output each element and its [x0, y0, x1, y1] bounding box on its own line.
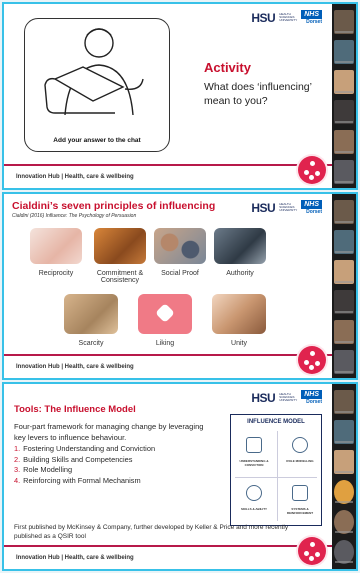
slide-cialdini: HSU HEALTH SCIENCES UNIVERSITY NHS Dorse…	[4, 194, 332, 378]
source-note: First published by McKinsey & Company, f…	[14, 524, 289, 540]
participant-strip	[332, 194, 356, 378]
principle-label: Reciprocity	[38, 270, 74, 277]
nhs-region: Dorset	[306, 399, 322, 405]
logo: HSU HEALTH SCIENCES UNIVERSITY NHS Dorse…	[251, 10, 322, 25]
hsu-logo: HSU	[251, 200, 276, 215]
hsu-logo: HSU	[251, 10, 276, 25]
conviction-icon	[246, 437, 262, 453]
scarcity-image	[64, 294, 118, 334]
liking-image	[138, 294, 192, 334]
footer-text: Innovation Hub | Health, care & wellbein…	[16, 555, 134, 561]
model-label: SYSTEMS & REINFORCEMENT	[286, 507, 314, 515]
participant-thumb[interactable]	[334, 350, 354, 374]
nhs-logo: NHS	[301, 10, 322, 19]
commitment-image	[94, 228, 146, 264]
slide-influence-model: HSU HEALTH SCIENCES UNIVERSITY NHS Dorse…	[4, 384, 332, 569]
social-proof-image	[154, 228, 206, 264]
slide-subtitle: Cialdini (2016) Influence: The Psycholog…	[12, 213, 137, 219]
participant-thumb[interactable]	[334, 160, 354, 184]
participant-thumb[interactable]	[334, 480, 354, 504]
footer-text: Innovation Hub | Health, care & wellbein…	[16, 174, 134, 180]
slide-intro: Four-part framework for managing change …	[14, 422, 204, 442]
list-item: 4. Reinforcing with Formal Mechanism	[14, 475, 141, 485]
activity-title: Activity	[204, 60, 251, 75]
participant-thumb[interactable]	[334, 70, 354, 94]
illustration-card: Add your answer to the chat	[24, 18, 170, 152]
hsu-subtitle: HEALTH SCIENCES UNIVERSITY	[279, 202, 298, 212]
innovation-hub-icon	[298, 156, 326, 184]
participant-thumb[interactable]	[334, 230, 354, 254]
authority-image	[214, 228, 266, 264]
hsu-subtitle: HEALTH SCIENCES UNIVERSITY	[279, 12, 298, 22]
innovation-hub-icon	[298, 346, 326, 374]
skills-icon	[246, 485, 262, 501]
activity-question: What does ‘influencing’ mean to you?	[204, 81, 312, 107]
participant-thumb[interactable]	[334, 450, 354, 474]
innovation-hub-icon	[298, 537, 326, 565]
slide-footer: Innovation Hub | Health, care & wellbein…	[4, 156, 332, 188]
logo: HSU HEALTH SCIENCES UNIVERSITY NHS Dorse…	[251, 390, 322, 405]
slide-title: Cialdini’s seven principles of influenci…	[12, 200, 216, 212]
principle-label: Unity	[231, 340, 247, 347]
nhs-region: Dorset	[306, 19, 322, 25]
chat-prompt: Add your answer to the chat	[53, 137, 141, 144]
participant-thumb[interactable]	[334, 10, 354, 34]
list-item: 1. Fostering Understanding and Conviction	[14, 444, 156, 453]
principle-label: Authority	[226, 270, 254, 277]
nhs-logo: NHS	[301, 390, 322, 399]
participant-thumb[interactable]	[334, 130, 354, 154]
logo: HSU HEALTH SCIENCES UNIVERSITY NHS Dorse…	[251, 200, 322, 215]
slide-footer: Innovation Hub | Health, care & wellbein…	[4, 346, 332, 378]
slide-title: Tools: The Influence Model	[14, 404, 136, 415]
participant-thumb[interactable]	[334, 260, 354, 284]
slide-activity: HSU HEALTH SCIENCES UNIVERSITY NHS Dorse…	[4, 4, 332, 188]
footer-text: Innovation Hub | Health, care & wellbein…	[16, 364, 134, 370]
principle-label: Commitment & Consistency	[96, 270, 144, 284]
slide-footer: Innovation Hub | Health, care & wellbein…	[4, 537, 332, 569]
principle-label: Liking	[155, 340, 175, 347]
participant-thumb[interactable]	[334, 420, 354, 444]
points-list: 1. Fostering Understanding and Conviction…	[14, 444, 224, 486]
participant-thumb[interactable]	[334, 100, 354, 124]
list-item: 3. Role Modelling	[14, 465, 73, 474]
systems-icon	[292, 485, 308, 501]
principle-label: Social Proof	[161, 270, 199, 277]
participant-thumb[interactable]	[334, 390, 354, 414]
list-item: 2. Building Skills and Competencies	[14, 454, 133, 464]
nhs-region: Dorset	[306, 209, 322, 215]
participant-thumb[interactable]	[334, 320, 354, 344]
reciprocity-image	[30, 228, 82, 264]
slide-frame-2[interactable]: HSU HEALTH SCIENCES UNIVERSITY NHS Dorse…	[2, 192, 358, 380]
participant-thumb[interactable]	[334, 540, 354, 564]
role-model-icon	[292, 437, 308, 453]
hsu-subtitle: HEALTH SCIENCES UNIVERSITY	[279, 392, 298, 402]
model-label: UNDERSTANDING & CONVICTION	[239, 459, 269, 467]
participant-strip	[332, 4, 356, 188]
unity-image	[212, 294, 266, 334]
participant-thumb[interactable]	[334, 200, 354, 224]
heart-icon	[155, 303, 175, 323]
slide-frame-1[interactable]: HSU HEALTH SCIENCES UNIVERSITY NHS Dorse…	[2, 2, 358, 190]
participant-strip	[332, 384, 356, 569]
principle-label: Scarcity	[78, 340, 104, 347]
participant-thumb[interactable]	[334, 290, 354, 314]
participant-thumb[interactable]	[334, 510, 354, 534]
model-label: ROLE MODELLING	[286, 459, 314, 463]
model-label: SKILLS & ABILITY	[240, 507, 268, 511]
participant-thumb[interactable]	[334, 40, 354, 64]
nhs-logo: NHS	[301, 200, 322, 209]
influence-model-diagram: INFLUENCE MODEL UNDERSTANDING & CONVICTI…	[230, 414, 322, 526]
model-title: INFLUENCE MODEL	[247, 419, 305, 425]
laptop-person-illustration	[44, 28, 144, 116]
slide-frame-3[interactable]: HSU HEALTH SCIENCES UNIVERSITY NHS Dorse…	[2, 382, 358, 571]
hsu-logo: HSU	[251, 390, 276, 405]
